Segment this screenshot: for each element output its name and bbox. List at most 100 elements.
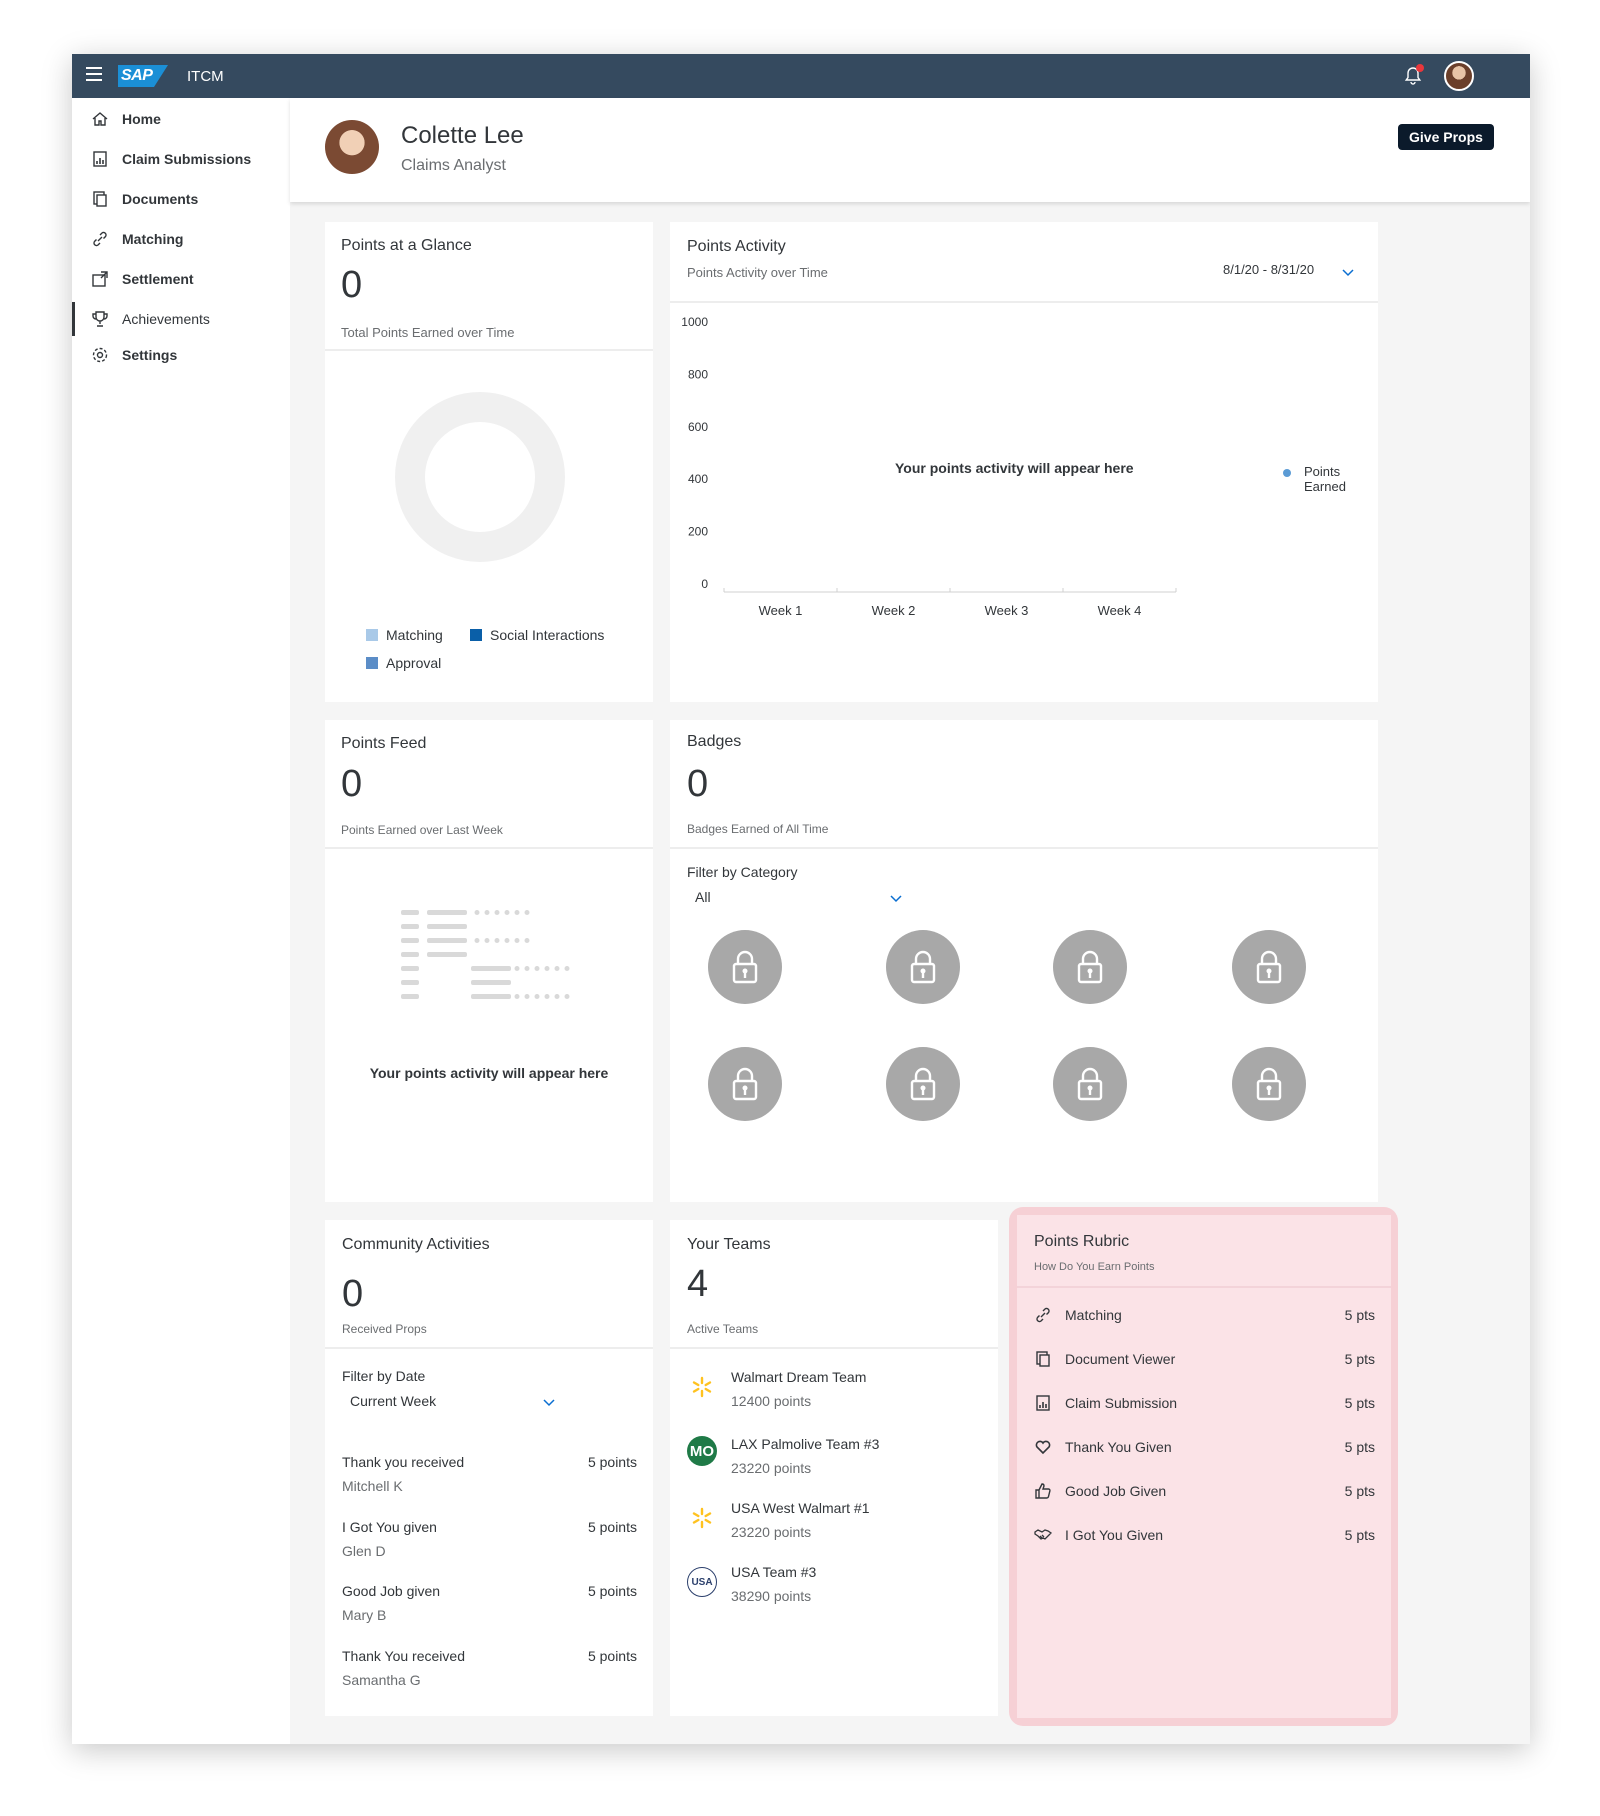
date-filter-dropdown[interactable]: Current Week xyxy=(342,1386,555,1416)
claim-icon xyxy=(1036,1395,1050,1411)
team-name: USA Team #3 xyxy=(731,1564,817,1580)
community-activities-card: Community Activities 0 Received Props Fi… xyxy=(325,1220,653,1716)
divider xyxy=(670,847,1378,849)
lock-icon xyxy=(732,1067,758,1101)
hamburger-menu-icon[interactable] xyxy=(86,67,102,85)
sidebar-item-settings[interactable]: Settings xyxy=(72,338,290,372)
donut-chart xyxy=(395,392,565,562)
received-props-value: 0 xyxy=(342,1273,364,1315)
sidebar-item-matching[interactable]: Matching xyxy=(72,222,290,256)
give-props-button[interactable]: Give Props xyxy=(1398,124,1494,150)
points-at-a-glance-card: Points at a Glance 0 Total Points Earned… xyxy=(325,222,653,702)
lock-icon xyxy=(1077,1067,1103,1101)
usa-logo-icon: USA xyxy=(687,1567,717,1597)
locked-badge[interactable] xyxy=(1232,930,1306,1004)
date-filter-value: Current Week xyxy=(350,1393,437,1409)
sidebar-item-home[interactable]: Home xyxy=(72,102,290,136)
activity-title: Good Job given xyxy=(342,1583,441,1599)
rubric-label: Matching xyxy=(1065,1307,1122,1323)
card-subtitle: How Do You Earn Points xyxy=(1034,1261,1155,1273)
locked-badge[interactable] xyxy=(708,930,782,1004)
activity-points: 5 points xyxy=(587,1454,637,1470)
x-tick-label: Week 2 xyxy=(872,603,916,618)
walmart-logo-icon xyxy=(692,1376,712,1398)
rubric-points: 5 pts xyxy=(1344,1395,1375,1411)
sap-logo[interactable]: SAP xyxy=(118,65,168,87)
sidebar-item-label: Matching xyxy=(122,231,184,247)
sidebar-item-claim-submissions[interactable]: Claim Submissions xyxy=(72,142,290,176)
sidebar-item-settlement[interactable]: Settlement xyxy=(72,262,290,296)
profile-role: Claims Analyst xyxy=(401,157,506,174)
sidebar-item-label: Achievements xyxy=(122,311,210,327)
claim-icon xyxy=(93,151,107,167)
settlement-icon xyxy=(92,271,108,287)
legend-swatch xyxy=(366,657,378,669)
y-tick-label: 800 xyxy=(688,367,708,381)
walmart-logo-icon xyxy=(692,1507,712,1529)
category-filter-value: All xyxy=(695,889,711,905)
x-tick-label: Week 4 xyxy=(1098,603,1142,618)
divider xyxy=(670,1347,998,1349)
empty-feed-message: Your points activity will appear here xyxy=(369,1065,609,1081)
chevron-down-icon xyxy=(890,895,902,903)
card-subtitle: Points Activity over Time xyxy=(687,265,828,280)
locked-badge[interactable] xyxy=(1053,930,1127,1004)
team-points: 38290 points xyxy=(731,1588,812,1604)
rubric-label: I Got You Given xyxy=(1065,1527,1164,1543)
divider xyxy=(325,847,653,849)
link-icon xyxy=(1036,1307,1050,1323)
empty-feed-illustration xyxy=(401,910,570,999)
chevron-down-icon xyxy=(543,1399,555,1407)
heart-icon xyxy=(1035,1440,1051,1455)
activity-title: I Got You given xyxy=(342,1519,437,1535)
rubric-item-thank-you-given: Thank You Given 5 pts xyxy=(1017,1432,1391,1462)
locked-badge[interactable] xyxy=(886,930,960,1004)
activity-person: Samantha G xyxy=(342,1672,421,1688)
rubric-points: 5 pts xyxy=(1344,1483,1375,1499)
date-range-dropdown[interactable]: 8/1/20 - 8/31/20 xyxy=(1223,260,1363,284)
activity-points: 5 points xyxy=(587,1519,637,1535)
sidebar-item-label: Home xyxy=(122,111,161,127)
team-points: 23220 points xyxy=(731,1524,812,1540)
legend-label: Matching xyxy=(386,627,443,643)
sidebar-item-documents[interactable]: Documents xyxy=(72,182,290,216)
sidebar-item-label: Settlement xyxy=(122,271,194,287)
locked-badge[interactable] xyxy=(886,1047,960,1121)
filter-label: Filter by Date xyxy=(342,1368,426,1384)
team-points: 12400 points xyxy=(731,1393,812,1409)
x-tick-label: Week 1 xyxy=(759,603,803,618)
category-filter-dropdown[interactable]: All xyxy=(687,882,902,912)
points-activity-chart: 0 200 400 600 800 1000 Week 1 Week 2 Week 3 Week … xyxy=(681,315,1177,618)
link-icon xyxy=(93,231,107,247)
lock-icon xyxy=(1256,950,1282,984)
y-tick-label: 1000 xyxy=(681,315,708,329)
legend-swatch xyxy=(470,629,482,641)
notification-dot xyxy=(1416,64,1424,72)
activity-person: Mary B xyxy=(342,1607,387,1623)
y-tick-label: 400 xyxy=(688,472,708,486)
card-title: Points at a Glance xyxy=(341,237,472,254)
profile-header: Colette Lee Claims Analyst Give Props xyxy=(290,98,1530,202)
locked-badge[interactable] xyxy=(1053,1047,1127,1121)
rubric-item-document-viewer: Document Viewer 5 pts xyxy=(1017,1344,1391,1374)
badges-card: Badges 0 Badges Earned of All Time Filte… xyxy=(670,720,1378,1202)
card-subtitle: Received Props xyxy=(342,1322,427,1336)
sidebar-item-achievements[interactable]: Achievements xyxy=(72,302,290,336)
thumbs-up-icon xyxy=(1035,1483,1051,1499)
locked-badge[interactable] xyxy=(1232,1047,1306,1121)
card-title: Badges xyxy=(687,733,742,750)
profile-name: Colette Lee xyxy=(401,122,524,149)
chevron-down-icon xyxy=(1342,269,1354,277)
rubric-label: Claim Submission xyxy=(1065,1395,1178,1411)
locked-badge[interactable] xyxy=(708,1047,782,1121)
legend-label: Social Interactions xyxy=(490,627,605,643)
rubric-label: Document Viewer xyxy=(1065,1351,1176,1367)
card-title: Points Feed xyxy=(341,735,427,752)
team-name: LAX Palmolive Team #3 xyxy=(731,1436,880,1452)
card-subtitle: Badges Earned of All Time xyxy=(687,822,829,836)
sidebar: Home Claim Submissions Documents Matchin… xyxy=(72,98,290,1744)
user-avatar[interactable] xyxy=(1444,61,1474,91)
legend-label: Approval xyxy=(386,655,442,671)
y-tick-label: 200 xyxy=(688,525,708,539)
legend-dot xyxy=(1283,469,1291,477)
